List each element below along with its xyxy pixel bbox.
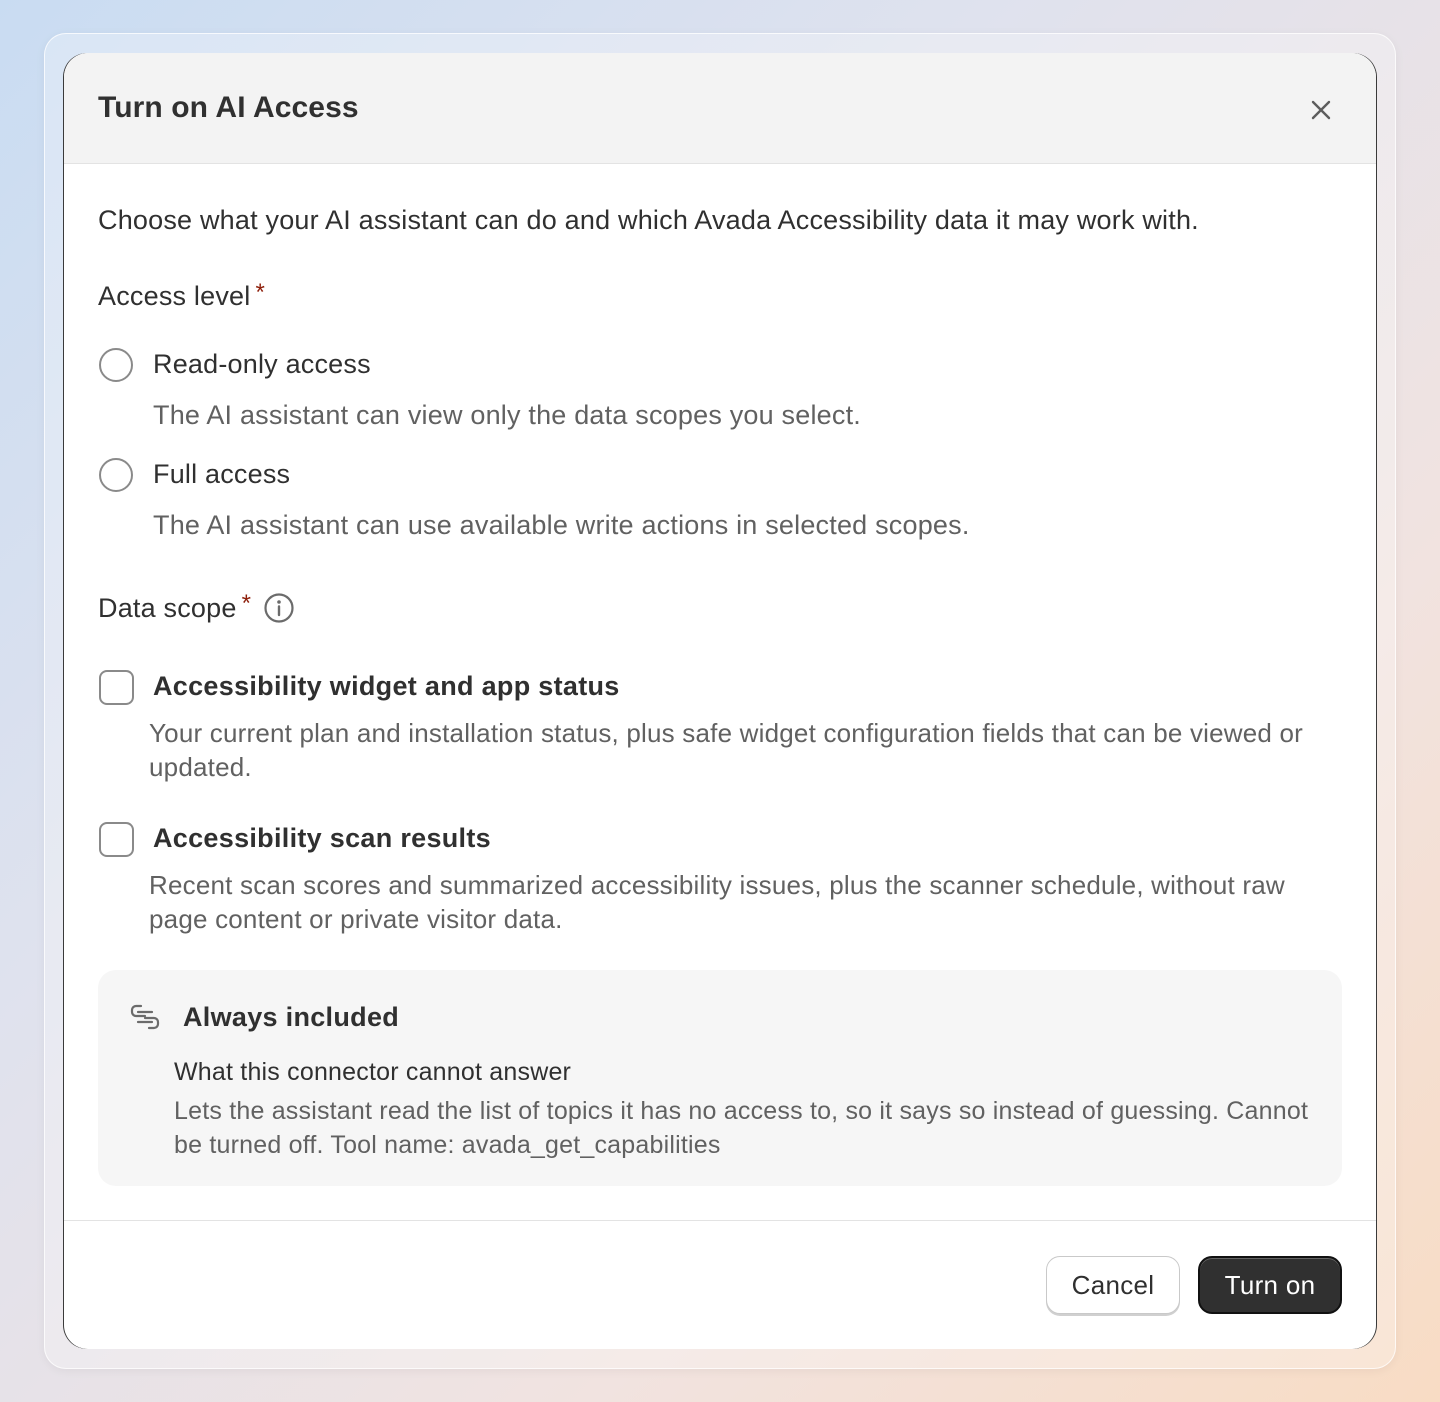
access-level-label-text: Access level xyxy=(98,281,251,311)
intro-text: Choose what your AI assistant can do and… xyxy=(98,205,1199,235)
always-included-panel: Always included What this connector cann… xyxy=(98,970,1342,1186)
close-button[interactable] xyxy=(1300,89,1342,131)
radio-full-access[interactable] xyxy=(99,458,133,492)
modal-title: Turn on AI Access xyxy=(98,91,359,124)
checkbox-widget-app-status[interactable] xyxy=(99,670,134,705)
option-full-access-title[interactable]: Full access xyxy=(153,459,290,490)
scope-scan-results-title[interactable]: Accessibility scan results xyxy=(153,823,491,854)
checkbox-scan-results[interactable] xyxy=(99,822,134,857)
turn-on-ai-access-dialog: Turn on AI Access Choose what your AI as… xyxy=(64,53,1376,1349)
scope-widget-app-status-title[interactable]: Accessibility widget and app status xyxy=(153,671,620,702)
data-scope-label-text: Data scope xyxy=(98,592,237,623)
required-marker: * xyxy=(241,590,252,617)
cancel-button[interactable]: Cancel xyxy=(1046,1256,1180,1314)
scope-widget-app-status-description: Your current plan and installation statu… xyxy=(149,718,1304,782)
footer-divider xyxy=(64,1220,1376,1221)
modal-header: Turn on AI Access xyxy=(64,53,1376,164)
radio-read-only-access[interactable] xyxy=(99,348,133,382)
option-full-access-description: The AI assistant can use available write… xyxy=(153,510,970,540)
turn-on-button[interactable]: Turn on xyxy=(1198,1256,1342,1314)
link-icon xyxy=(128,1000,162,1034)
always-included-title: Always included xyxy=(183,1002,400,1032)
option-read-only-title[interactable]: Read-only access xyxy=(153,349,371,380)
required-marker: * xyxy=(255,278,266,306)
data-scope-label: Data scope * xyxy=(98,590,295,624)
access-level-label: Access level * xyxy=(98,278,266,312)
capability-title: What this connector cannot answer xyxy=(174,1058,572,1086)
option-read-only-description: The AI assistant can view only the data … xyxy=(153,400,861,430)
capability-description: Lets the assistant read the list of topi… xyxy=(174,1097,1309,1159)
close-icon xyxy=(1311,100,1331,120)
info-circle-icon[interactable] xyxy=(263,592,295,624)
scope-scan-results-description: Recent scan scores and summarized access… xyxy=(149,870,1285,934)
